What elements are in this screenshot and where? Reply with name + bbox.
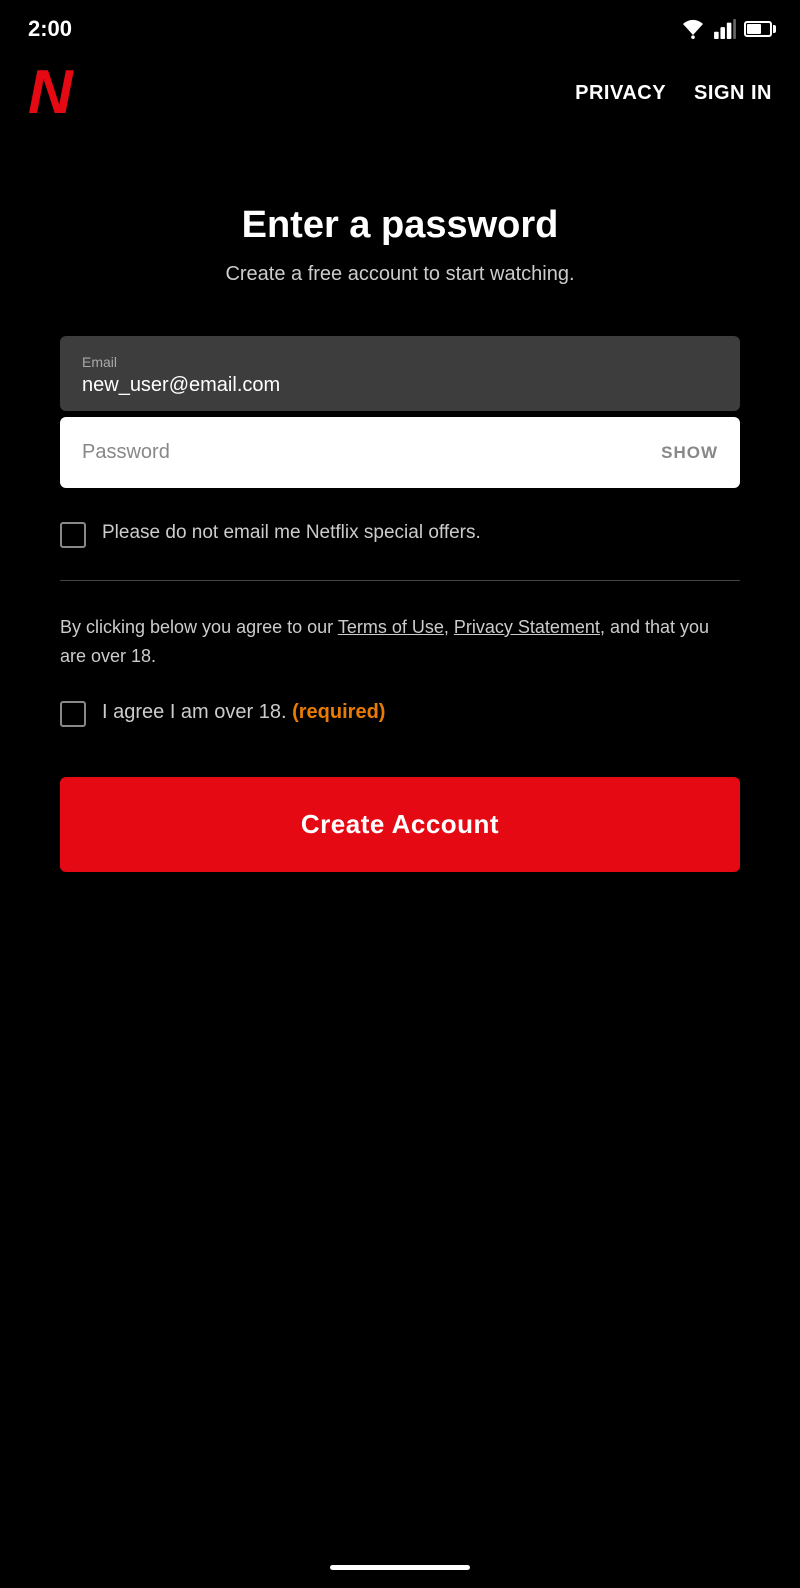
age-checkbox[interactable] — [60, 701, 86, 727]
create-account-button[interactable]: Create Account — [60, 777, 740, 872]
email-value: new_user@email.com — [82, 374, 718, 397]
home-indicator — [330, 1565, 470, 1570]
header-nav: N PRIVACY SIGN IN — [0, 52, 800, 144]
required-text: (required) — [292, 701, 385, 723]
no-email-checkbox-row: Please do not email me Netflix special o… — [60, 520, 740, 548]
status-icons — [680, 19, 772, 39]
password-field-wrapper: SHOW — [60, 417, 740, 488]
terms-of-use-link[interactable]: Terms of Use — [338, 617, 444, 637]
email-label: Email — [82, 354, 718, 370]
form-container: Enter a password Create a free account t… — [60, 204, 740, 872]
wifi-icon — [680, 19, 706, 39]
terms-text: By clicking below you agree to our Terms… — [60, 613, 740, 671]
terms-prefix: By clicking below you agree to our — [60, 617, 338, 637]
signal-icon — [714, 19, 736, 39]
divider — [60, 580, 740, 581]
show-password-button[interactable]: SHOW — [639, 419, 740, 487]
nav-links: PRIVACY SIGN IN — [575, 82, 772, 105]
no-email-checkbox[interactable] — [60, 522, 86, 548]
age-label-text: I agree I am over 18. — [102, 701, 287, 723]
password-input[interactable] — [60, 417, 639, 488]
no-email-label: Please do not email me Netflix special o… — [102, 520, 481, 547]
battery-icon — [744, 21, 772, 37]
page-title: Enter a password — [60, 204, 740, 247]
page-subtitle: Create a free account to start watching. — [60, 263, 740, 286]
age-checkbox-label: I agree I am over 18. (required) — [102, 701, 385, 724]
status-time: 2:00 — [28, 16, 72, 42]
main-content: Enter a password Create a free account t… — [0, 144, 800, 912]
age-checkbox-row: I agree I am over 18. (required) — [60, 699, 740, 727]
terms-comma: , — [444, 617, 454, 637]
email-field: Email new_user@email.com — [60, 336, 740, 411]
netflix-logo: N — [28, 62, 71, 124]
privacy-link[interactable]: PRIVACY — [575, 82, 666, 105]
privacy-statement-link[interactable]: Privacy Statement — [454, 617, 600, 637]
status-bar: 2:00 — [0, 0, 800, 52]
signin-link[interactable]: SIGN IN — [694, 82, 772, 105]
